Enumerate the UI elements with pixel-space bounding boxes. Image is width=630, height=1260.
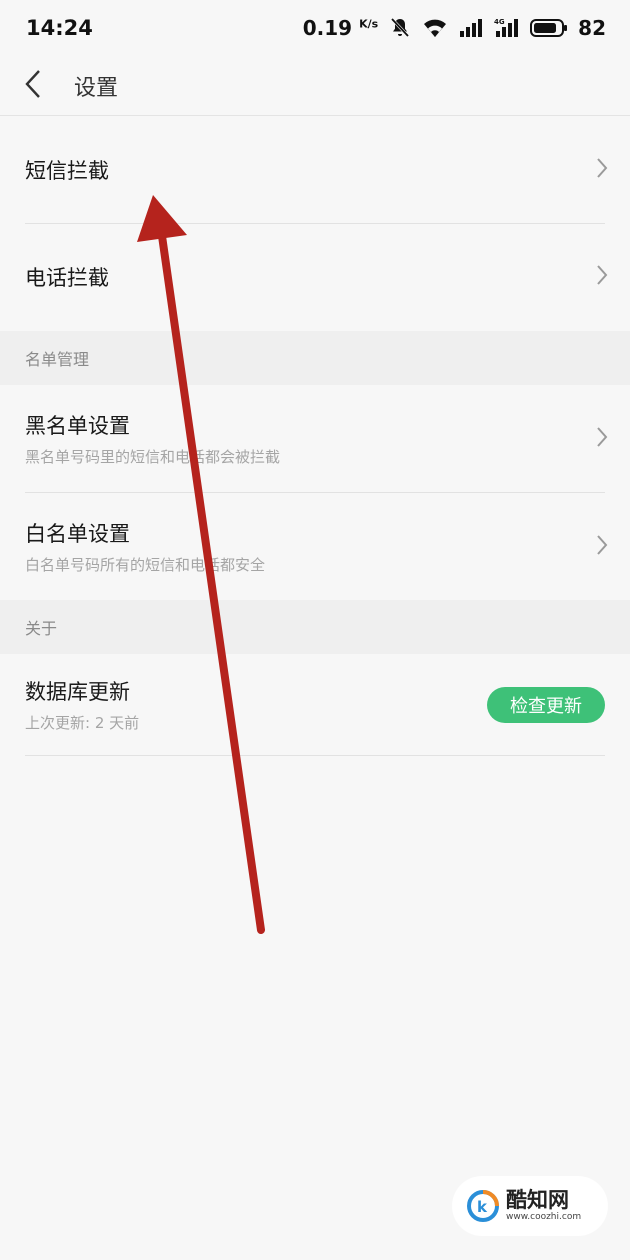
chevron-right-icon xyxy=(596,264,608,290)
sms-block-title: 短信拦截 xyxy=(25,159,109,183)
database-update-row: 数据库更新 上次更新: 2 天前 检查更新 xyxy=(0,654,630,755)
signal-4g-icon: 4G xyxy=(494,17,520,39)
back-button[interactable] xyxy=(0,56,66,116)
whitelist-settings-row[interactable]: 白名单设置 白名单号码所有的短信和电话都安全 xyxy=(0,493,630,600)
network-speed-unit: K/s xyxy=(359,17,379,31)
svg-text:k: k xyxy=(477,1198,488,1216)
battery-percent: 82 xyxy=(578,16,606,40)
whitelist-subtitle: 白名单号码所有的短信和电话都安全 xyxy=(25,556,266,574)
wifi-icon xyxy=(422,17,448,39)
status-time: 14:24 xyxy=(26,16,93,40)
check-update-button[interactable]: 检查更新 xyxy=(487,686,605,723)
section-header-list-management: 名单管理 xyxy=(0,331,630,385)
watermark-url: www.coozhi.com xyxy=(506,1212,582,1222)
watermark-name: 酷知网 xyxy=(506,1188,569,1212)
chevron-right-icon xyxy=(596,534,608,560)
status-bar: 14:24 0.19 K/s 4G 82 xyxy=(0,0,630,56)
app-header: 设置 xyxy=(0,56,630,116)
section-label: 名单管理 xyxy=(25,350,90,369)
page-title: 设置 xyxy=(74,75,119,101)
blacklist-settings-row[interactable]: 黑名单设置 黑名单号码里的短信和电话都会被拦截 xyxy=(0,385,630,492)
network-speed-value: 0.19 xyxy=(302,16,353,40)
blacklist-subtitle: 黑名单号码里的短信和电话都会被拦截 xyxy=(25,448,281,466)
mute-bell-icon xyxy=(388,16,412,40)
section-header-about: 关于 xyxy=(0,600,630,654)
status-icons: 0.19 K/s 4G 82 xyxy=(303,16,606,40)
divider xyxy=(25,755,605,756)
last-update-text: 上次更新: 2 天前 xyxy=(25,714,140,732)
call-block-title: 电话拦截 xyxy=(25,266,109,290)
sms-block-row[interactable]: 短信拦截 xyxy=(0,117,630,223)
coozhi-logo-icon: k xyxy=(466,1189,500,1223)
section-label: 关于 xyxy=(25,619,58,638)
svg-text:4G: 4G xyxy=(494,18,505,26)
signal-icon xyxy=(458,17,484,39)
database-update-title: 数据库更新 xyxy=(25,680,130,704)
battery-icon xyxy=(530,18,568,38)
watermark-logo: k 酷知网 www.coozhi.com xyxy=(452,1176,608,1236)
blacklist-title: 黑名单设置 xyxy=(25,414,130,438)
whitelist-title: 白名单设置 xyxy=(25,522,130,546)
chevron-right-icon xyxy=(596,426,608,452)
chevron-right-icon xyxy=(596,157,608,183)
call-block-row[interactable]: 电话拦截 xyxy=(0,224,630,330)
back-arrow-icon xyxy=(24,69,42,103)
network-speed: 0.19 K/s xyxy=(303,16,378,40)
